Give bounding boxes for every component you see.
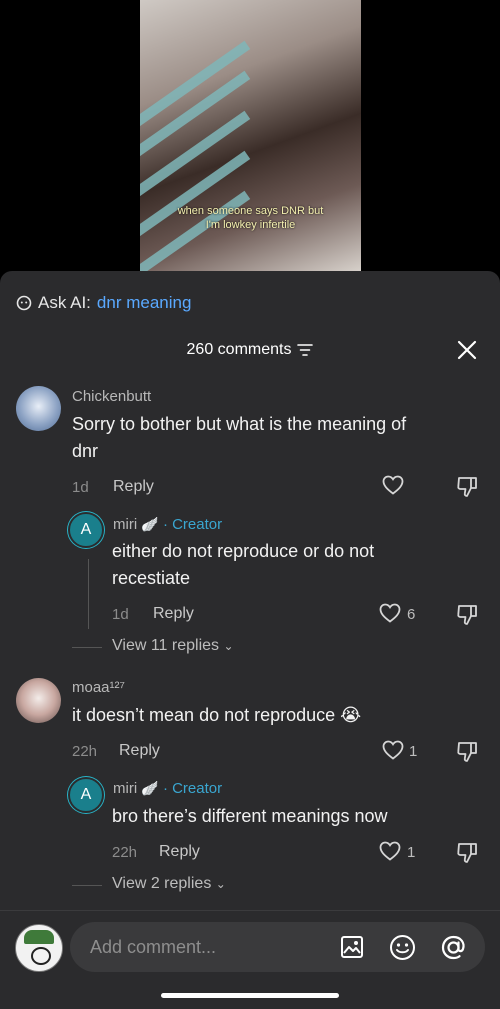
comment-time: 22h (112, 844, 138, 861)
divider-line (72, 647, 102, 648)
ask-ai-icon (16, 295, 32, 311)
like-count: 1 (407, 844, 416, 861)
view-replies-button[interactable]: View 2 replies ⌄ (112, 875, 226, 893)
sort-filter-icon[interactable] (297, 344, 314, 356)
avatar[interactable]: A (67, 776, 105, 814)
wing-icon: 🪽 (141, 516, 159, 532)
heart-icon[interactable] (379, 603, 401, 623)
like-count: 6 (407, 606, 416, 623)
reply-button[interactable]: Reply (113, 478, 154, 496)
heart-icon[interactable] (379, 841, 401, 861)
dislike-icon[interactable] (456, 604, 480, 626)
ask-ai-query[interactable]: dnr meaning (97, 293, 192, 313)
my-avatar[interactable] (15, 924, 63, 972)
avatar[interactable]: A (67, 511, 105, 549)
avatar-letter: A (68, 512, 104, 548)
like-count: 1 (409, 743, 418, 760)
comments-count-header[interactable]: 260 comments (0, 341, 500, 359)
chevron-down-icon: ⌄ (215, 877, 226, 891)
creator-badge: · Creator (162, 780, 223, 797)
comment-placeholder: Add comment... (90, 937, 217, 957)
video-caption: when someone says DNR but I'm lowkey inf… (177, 205, 324, 231)
heart-icon[interactable] (382, 740, 404, 760)
heart-icon[interactable] (382, 475, 404, 495)
emoji-icon[interactable] (389, 934, 416, 961)
comment-username[interactable]: Chickenbutt (72, 388, 151, 405)
reply-button[interactable]: Reply (153, 605, 194, 623)
comment-time: 22h (72, 743, 98, 760)
comment-username[interactable]: miri (113, 780, 137, 797)
avatar[interactable] (16, 386, 61, 431)
comment-text: Sorry to bother but what is the meaning … (72, 414, 407, 461)
thread-line (88, 559, 89, 629)
comments-count: 260 comments (186, 341, 292, 358)
comment-username[interactable]: miri (113, 516, 137, 533)
comment-time: 1d (72, 479, 89, 496)
home-indicator (161, 993, 339, 998)
view-replies-button[interactable]: View 11 replies ⌄ (112, 637, 234, 655)
chevron-down-icon: ⌄ (223, 639, 234, 653)
comment-text: it doesn’t mean do not reproduce 😭 (72, 705, 362, 725)
ask-ai-prefix: Ask AI: (38, 293, 91, 312)
mention-icon[interactable] (440, 934, 467, 961)
dislike-icon[interactable] (456, 741, 480, 763)
avatar-hat (24, 930, 54, 944)
video-player[interactable]: when someone says DNR but I'm lowkey inf… (140, 0, 361, 272)
comment-time: 1d (112, 606, 129, 623)
divider-line (72, 885, 102, 886)
reply-button[interactable]: Reply (119, 742, 160, 760)
dislike-icon[interactable] (456, 842, 480, 864)
avatar-face (31, 947, 51, 965)
comment-input[interactable]: Add comment... (70, 922, 485, 972)
comment-username[interactable]: moaa¹²⁷ (72, 679, 125, 696)
avatar[interactable] (16, 678, 61, 723)
creator-badge: · Creator (162, 516, 223, 533)
composer-divider (0, 910, 500, 911)
avatar-letter: A (68, 777, 104, 813)
comment-text: bro there’s different meanings now (112, 806, 388, 826)
reply-button[interactable]: Reply (159, 843, 200, 861)
comment-text: either do not reproduce or do not recest… (112, 541, 375, 588)
comment-username-row: miri 🪽 · Creator (113, 516, 222, 533)
close-icon[interactable] (456, 339, 478, 361)
wing-icon: 🪽 (141, 780, 159, 796)
ask-ai-link[interactable]: Ask AI: dnr meaning (16, 293, 191, 313)
comments-sheet: Ask AI: dnr meaning 260 comments Chicken… (0, 271, 500, 1009)
comment-username-row: miri 🪽 · Creator (113, 780, 222, 797)
dislike-icon[interactable] (456, 476, 480, 498)
image-icon[interactable] (340, 935, 364, 959)
